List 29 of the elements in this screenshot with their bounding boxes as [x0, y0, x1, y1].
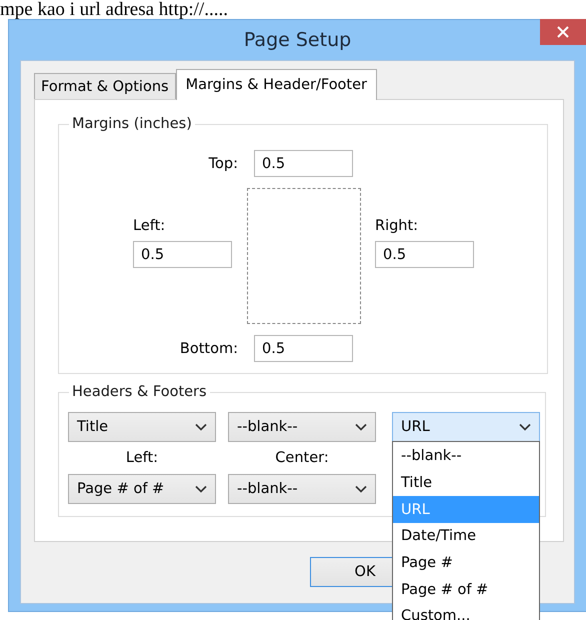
input-field[interactable]: 0.5: [254, 335, 353, 362]
dropdown-option[interactable]: Date/Time: [393, 523, 539, 550]
input-field[interactable]: 0.5: [133, 241, 232, 268]
column-label: Left:: [124, 450, 160, 466]
input-field[interactable]: 0.5: [375, 241, 474, 268]
group-title: Margins (inches): [69, 115, 195, 133]
tab[interactable]: Margins & Header/Footer: [176, 69, 377, 100]
chevron-down-icon: [519, 423, 531, 431]
dropdown[interactable]: --blank--: [228, 474, 376, 504]
dropdown[interactable]: Page # of #: [68, 474, 216, 504]
chevron-down-icon: [355, 423, 367, 431]
close-icon: [557, 26, 569, 38]
chevron-down-icon: [355, 485, 367, 493]
field-label: Right:: [375, 218, 418, 234]
field-label: Left:: [133, 218, 166, 234]
column-label: Center:: [274, 450, 330, 466]
close-button[interactable]: [540, 19, 586, 45]
chevron-down-icon: [195, 423, 207, 431]
dropdown[interactable]: Title: [68, 412, 216, 442]
chevron-down-icon: [195, 485, 207, 493]
window-title: Page Setup: [244, 29, 352, 51]
field-label: Top:: [208, 154, 239, 174]
input-field[interactable]: 0.5: [254, 150, 353, 177]
field-label: Bottom:: [178, 340, 239, 358]
dropdown-option[interactable]: Title: [393, 470, 539, 496]
dropdown-option[interactable]: --blank--: [393, 443, 539, 470]
tab[interactable]: Format & Options: [34, 73, 176, 99]
dropdown[interactable]: --blank--: [228, 412, 376, 442]
background-text: mpe kao i url adresa http://.....: [0, 0, 229, 19]
